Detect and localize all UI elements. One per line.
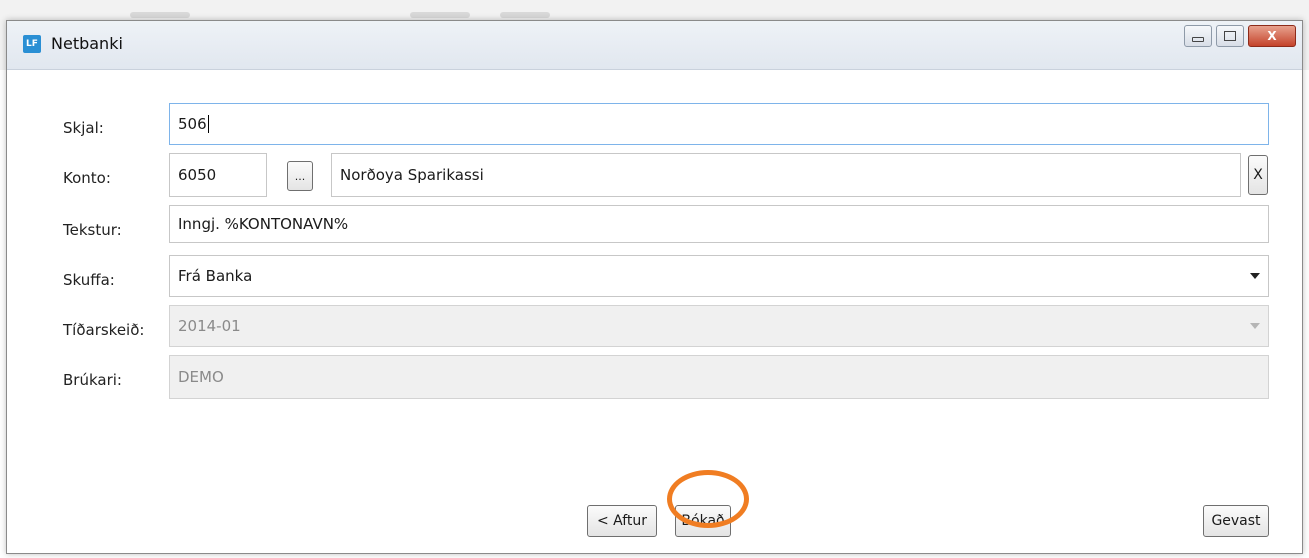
chevron-down-icon	[1250, 273, 1260, 279]
konto-label: Konto:	[63, 169, 111, 187]
title-bar: LF Netbanki X	[7, 21, 1302, 70]
window-title: Netbanki	[51, 34, 123, 53]
konto-number-input[interactable]: 6050	[169, 153, 267, 197]
brukari-value: DEMO	[178, 368, 224, 386]
netbanki-dialog: LF Netbanki X Skjal: 506 Konto: 6050 ...…	[6, 20, 1303, 554]
maximize-icon	[1224, 31, 1236, 41]
konto-name-field[interactable]: Norðoya Sparikassi	[331, 153, 1241, 197]
tekstur-input[interactable]: Inngj. %KONTONAVN%	[169, 205, 1269, 243]
konto-browse-button[interactable]: ...	[287, 161, 313, 191]
close-button[interactable]: X	[1248, 25, 1296, 47]
blurred-text	[130, 12, 190, 18]
minimize-button[interactable]	[1184, 25, 1212, 47]
minimize-icon	[1192, 36, 1204, 42]
skuffa-label: Skuffa:	[63, 271, 115, 289]
tekstur-label: Tekstur:	[63, 221, 122, 239]
tidarskeid-label: Tíðarskeið:	[63, 321, 145, 339]
blurred-text	[500, 12, 550, 18]
tidarskeid-dropdown: 2014-01	[169, 305, 1269, 347]
tidarskeid-value: 2014-01	[178, 317, 241, 335]
back-button[interactable]: < Aftur	[587, 505, 657, 537]
chevron-down-icon	[1250, 323, 1260, 329]
tekstur-value: Inngj. %KONTONAVN%	[178, 215, 349, 233]
skjal-label: Skjal:	[63, 119, 104, 137]
app-logo-icon: LF	[23, 35, 41, 53]
brukari-label: Brúkari:	[63, 371, 122, 389]
skuffa-value: Frá Banka	[178, 267, 253, 285]
konto-number-value: 6050	[178, 166, 217, 184]
post-button[interactable]: Bókað	[675, 505, 731, 537]
window-controls: X	[1184, 25, 1296, 47]
konto-clear-button[interactable]: X	[1248, 155, 1268, 195]
konto-name-value: Norðoya Sparikassi	[340, 166, 484, 184]
blurred-text	[410, 12, 470, 18]
skjal-input[interactable]: 506	[169, 103, 1269, 145]
text-cursor	[207, 115, 209, 133]
brukari-field: DEMO	[169, 355, 1269, 399]
cancel-button[interactable]: Gevast	[1203, 505, 1269, 537]
skuffa-dropdown[interactable]: Frá Banka	[169, 255, 1269, 297]
maximize-button[interactable]	[1216, 25, 1244, 47]
skjal-value: 506	[178, 115, 207, 133]
